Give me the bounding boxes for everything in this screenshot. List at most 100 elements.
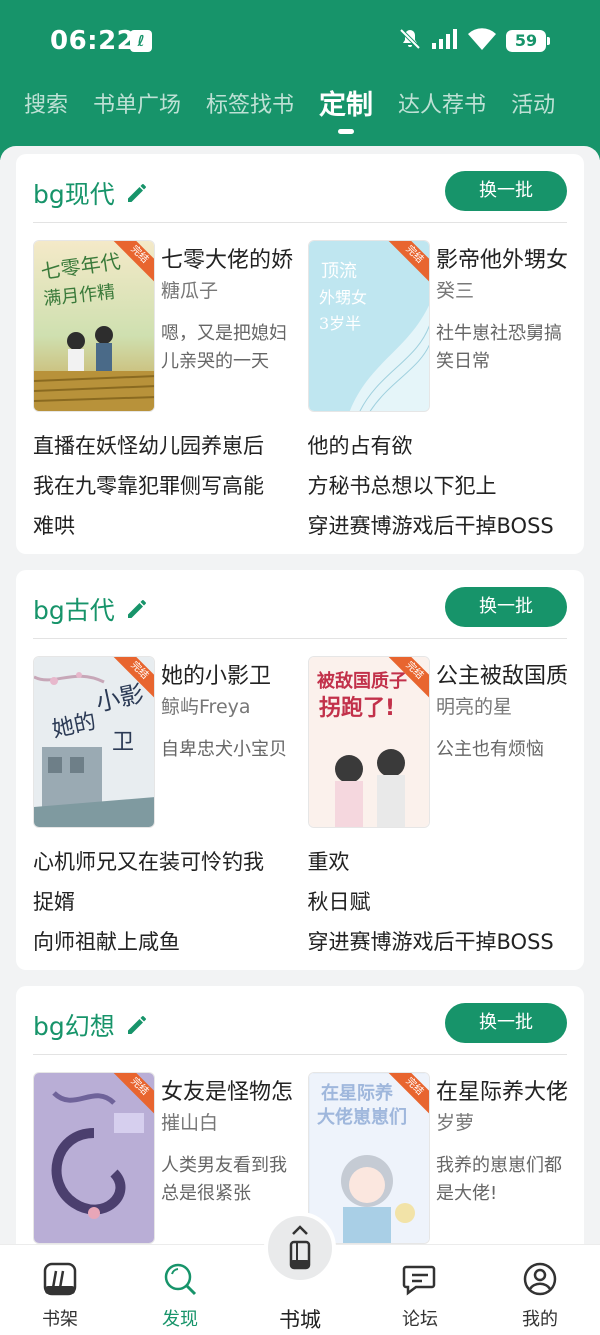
nav-bookshelf[interactable]: 书架 [0, 1245, 120, 1335]
tab-custom[interactable]: 定制 [319, 88, 373, 134]
book-cover[interactable]: 完结 [33, 1072, 155, 1244]
nav-discover[interactable]: 发现 [120, 1245, 240, 1335]
book-title[interactable]: 七零大佬的娇妻 [161, 242, 293, 274]
book-author: 摧山白 [161, 1112, 219, 1134]
section-card: bg幻想 换一批 完结 女友是怪物怎么办 摧山白 人类男友看到我总是很紧张 [16, 986, 584, 1246]
book-link[interactable]: 捉婿 [33, 882, 293, 922]
book-link[interactable]: 穿进赛博游戏后干掉BOSS [308, 922, 568, 962]
status-bar: 06:22 ℓ 59 [0, 22, 600, 62]
book-link[interactable]: 重欢 [308, 842, 568, 882]
book-item[interactable]: 顶流 外甥女 3岁半 完结 影帝他外甥女 癸三 社牛崽社恐舅搞笑日常 [308, 240, 570, 412]
bookstore-icon [289, 1240, 311, 1270]
status-indicators: 59 [398, 26, 556, 56]
section-title[interactable]: bg古代 [33, 591, 149, 627]
svg-text:在星际养: 在星际养 [321, 1082, 394, 1104]
book-link[interactable]: 方秘书总想以下犯上 [308, 466, 568, 506]
book-item[interactable]: 被敌国质子 拐跑了! 完结 公主被敌国质子拐跑了 明亮的星 公主也有烦恼 [308, 656, 570, 828]
tab-expert-picks[interactable]: 达人荐书 [398, 88, 486, 128]
edit-icon[interactable] [125, 181, 149, 205]
nav-label: 我的 [522, 1309, 558, 1330]
nav-label[interactable]: 书城 [240, 1304, 360, 1334]
nav-profile[interactable]: 我的 [480, 1245, 600, 1335]
book-title[interactable]: 在星际养大佬崽崽们 [436, 1074, 568, 1106]
top-tabs: 搜索 书单广场 标签找书 定制 达人荐书 活动 [24, 88, 580, 134]
book-description: 人类男友看到我总是很紧张 [161, 1155, 287, 1204]
section-card: bg现代 换一批 七零年代 满月作精 完结 七零大佬的娇妻 糖瓜子 [16, 154, 584, 554]
svg-text:卫: 卫 [112, 730, 134, 755]
section-title-text: bg现代 [33, 180, 115, 209]
tab-tag-search[interactable]: 标签找书 [206, 88, 294, 128]
book-link[interactable]: 直播在妖怪幼儿园养崽后 [33, 426, 293, 466]
book-description: 嗯，又是把媳妇儿亲哭的一天 [161, 323, 287, 372]
status-time: 06:22 [50, 26, 136, 56]
refresh-button[interactable]: 换一批 [445, 1003, 567, 1043]
svg-text:外甥女: 外甥女 [319, 288, 367, 307]
forum-icon [402, 1265, 436, 1296]
nav-bookstore[interactable] [264, 1212, 336, 1284]
nav-label: 书架 [42, 1309, 78, 1330]
tab-booklist-square[interactable]: 书单广场 [93, 88, 181, 128]
book-link[interactable]: 向师祖献上咸鱼 [33, 922, 293, 962]
book-description: 公主也有烦恼 [436, 739, 544, 760]
svg-text:大佬崽崽们: 大佬崽崽们 [317, 1106, 407, 1128]
wifi-icon [468, 28, 496, 54]
book-link[interactable]: 秋日赋 [308, 882, 568, 922]
section-title-text: bg幻想 [33, 1012, 115, 1041]
mute-icon [398, 27, 422, 55]
book-link[interactable]: 心机师兄又在装可怜钓我 [33, 842, 293, 882]
book-description: 社牛崽社恐舅搞笑日常 [436, 323, 562, 372]
book-cover[interactable]: 七零年代 满月作精 完结 [33, 240, 155, 412]
book-title[interactable]: 女友是怪物怎么办 [161, 1074, 293, 1106]
book-link[interactable]: 我在九零靠犯罪侧写高能 [33, 466, 293, 506]
chevron-up-icon [292, 1225, 308, 1235]
refresh-button[interactable]: 换一批 [445, 587, 567, 627]
svg-text:拐跑了!: 拐跑了! [319, 696, 395, 721]
book-author: 癸三 [436, 280, 475, 302]
tab-search[interactable]: 搜索 [24, 88, 68, 128]
nav-label: 论坛 [402, 1309, 438, 1330]
book-title-list: 直播在妖怪幼儿园养崽后 他的占有欲 我在九零靠犯罪侧写高能 方秘书总想以下犯上 难哄… [33, 426, 567, 546]
section-card: bg古代 换一批 小影 她的 卫 完结 她的小影卫 鲸屿Freya 自卑忠犬小宝… [16, 570, 584, 970]
book-link[interactable]: 难哄 [33, 506, 293, 546]
book-description: 自卑忠犬小宝贝 [161, 739, 287, 760]
edit-icon[interactable] [125, 1013, 149, 1037]
tab-events[interactable]: 活动 [511, 88, 555, 128]
book-item[interactable]: 小影 她的 卫 完结 她的小影卫 鲸屿Freya 自卑忠犬小宝贝 [33, 656, 295, 828]
bookshelf-icon [43, 1262, 77, 1296]
book-cover[interactable]: 在星际养 大佬崽崽们 完结 [308, 1072, 430, 1244]
edit-icon[interactable] [125, 597, 149, 621]
section-title-text: bg古代 [33, 596, 115, 625]
app-notification-icon: ℓ [130, 30, 152, 52]
battery-indicator: 59 [506, 30, 550, 52]
nav-forum[interactable]: 论坛 [360, 1245, 480, 1335]
section-title[interactable]: bg现代 [33, 175, 149, 211]
svg-text:顶流: 顶流 [321, 261, 357, 282]
section-title[interactable]: bg幻想 [33, 1007, 149, 1043]
book-item[interactable]: 在星际养 大佬崽崽们 完结 在星际养大佬崽崽们 岁萝 我养的崽崽们都是大佬! [308, 1072, 570, 1244]
book-description: 我养的崽崽们都是大佬! [436, 1155, 562, 1204]
discover-icon [164, 1263, 197, 1296]
divider [33, 1054, 567, 1055]
book-cover[interactable]: 被敌国质子 拐跑了! 完结 [308, 656, 430, 828]
book-author: 岁萝 [436, 1112, 475, 1134]
book-item[interactable]: 完结 女友是怪物怎么办 摧山白 人类男友看到我总是很紧张 [33, 1072, 295, 1244]
signal-icon [432, 29, 458, 53]
svg-text:被敌国质子: 被敌国质子 [317, 670, 407, 692]
book-cover[interactable]: 小影 她的 卫 完结 [33, 656, 155, 828]
book-title-list: 心机师兄又在装可怜钓我 重欢 捉婿 秋日赋 向师祖献上咸鱼 穿进赛博游戏后干掉BOSS [33, 842, 567, 962]
nav-label: 发现 [162, 1309, 198, 1330]
content-area: bg现代 换一批 七零年代 满月作精 完结 七零大佬的娇妻 糖瓜子 [0, 146, 600, 1246]
refresh-button[interactable]: 换一批 [445, 171, 567, 211]
book-cover[interactable]: 顶流 外甥女 3岁半 完结 [308, 240, 430, 412]
book-link[interactable]: 他的占有欲 [308, 426, 568, 466]
book-title[interactable]: 公主被敌国质子拐跑了 [436, 658, 568, 690]
book-author: 鲸屿Freya [161, 696, 251, 718]
book-link[interactable]: 穿进赛博游戏后干掉BOSS [308, 506, 568, 546]
book-author: 明亮的星 [436, 696, 513, 718]
book-title[interactable]: 她的小影卫 [161, 658, 293, 690]
book-item[interactable]: 七零年代 满月作精 完结 七零大佬的娇妻 糖瓜子 嗯，又是把媳妇儿亲哭的一天 [33, 240, 295, 412]
top-header: 06:22 ℓ 59 搜索 书单广场 标签找书 定制 达人荐书 活动 [0, 0, 600, 160]
book-title[interactable]: 影帝他外甥女 [436, 242, 568, 274]
divider [33, 222, 567, 223]
profile-icon [523, 1262, 557, 1296]
